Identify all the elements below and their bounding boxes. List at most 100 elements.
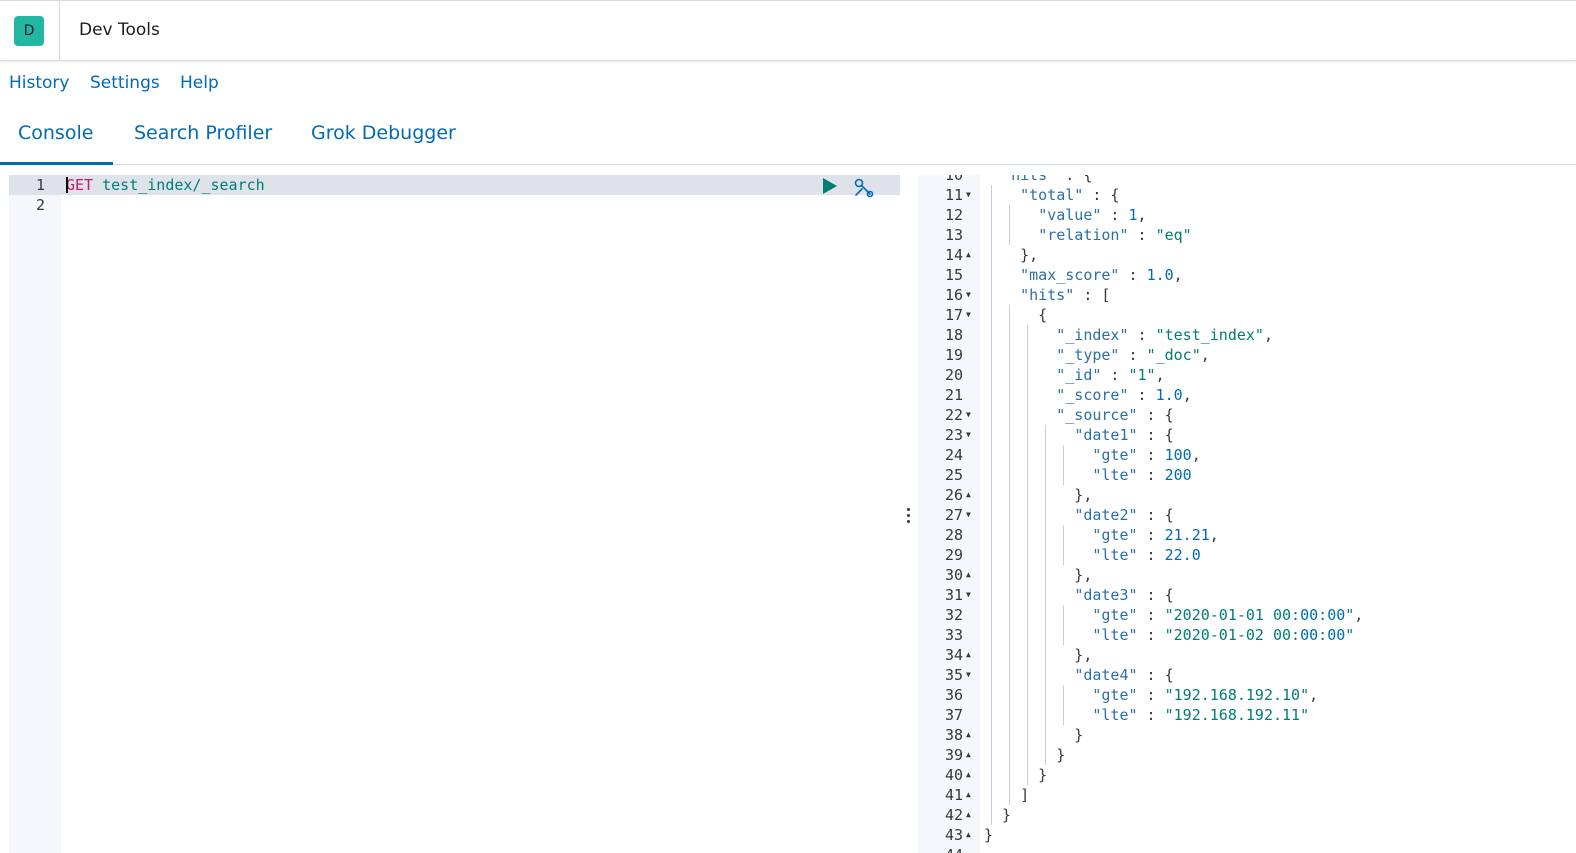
output-code: } (984, 806, 1012, 824)
output-code: }, (984, 566, 1093, 584)
output-line: 22 ▼ "_source" : { (918, 405, 1576, 425)
line-number: 20 (944, 366, 963, 384)
fold-up-icon[interactable]: ▲ (966, 765, 974, 785)
output-code: "lte" : "2020-01-02 00:00:00" (1092, 626, 1355, 644)
output-line: 30 ▲ }, (918, 565, 1576, 585)
output-code: } (984, 766, 1048, 784)
text-cursor (66, 177, 68, 193)
line-number: 29 (944, 546, 963, 564)
request-method: GET (66, 176, 94, 194)
output-code: ] (984, 786, 1030, 804)
output-line: 12 "value" : 1, (918, 205, 1576, 225)
output-code: "_id" : "1", (1056, 366, 1165, 384)
fold-down-icon[interactable]: ▼ (966, 665, 974, 685)
panel-resizer[interactable] (900, 175, 918, 853)
output-line: 20 "_id" : "1", (918, 365, 1576, 385)
line-number: 37 (944, 706, 963, 724)
output-line: 44 (918, 845, 1576, 853)
line-number: 43 (944, 826, 963, 844)
header-divider (59, 1, 60, 61)
output-line: 36 "gte" : "192.168.192.10", (918, 685, 1576, 705)
output-line: 42 ▲ } (918, 805, 1576, 825)
line-number: 21 (944, 386, 963, 404)
editor-gutter (9, 175, 61, 853)
fold-down-icon[interactable]: ▼ (966, 425, 974, 445)
output-code: "total" : { (1020, 186, 1120, 204)
output-code: "value" : 1, (1038, 206, 1147, 224)
output-line: 19 "_type" : "_doc", (918, 345, 1576, 365)
line-number: 40 (944, 766, 963, 784)
fold-up-icon[interactable]: ▲ (966, 725, 974, 745)
output-code: "lte" : 200 (1092, 466, 1192, 484)
output-line: 39 ▲ } (918, 745, 1576, 765)
fold-down-icon[interactable]: ▼ (966, 405, 974, 425)
output-line: 29 "lte" : 22.0 (918, 545, 1576, 565)
output-code: "gte" : 21.21, (1092, 526, 1219, 544)
editor-line[interactable]: 1 GET test_index/_search (9, 175, 900, 195)
fold-down-icon[interactable]: ▼ (966, 585, 974, 605)
output-code: "gte" : "192.168.192.10", (1092, 686, 1319, 704)
output-line: 33 "lte" : "2020-01-02 00:00:00" (918, 625, 1576, 645)
output-line: 37 "lte" : "192.168.192.11" (918, 705, 1576, 725)
line-number: 17 (944, 306, 963, 324)
line-number: 23 (944, 426, 963, 444)
fold-down-icon[interactable]: ▼ (966, 505, 974, 525)
output-line: 32 "gte" : "2020-01-01 00:00:00", (918, 605, 1576, 625)
line-number: 41 (944, 786, 963, 804)
tab-search-profiler[interactable]: Search Profiler (134, 122, 272, 144)
help-link[interactable]: Help (180, 73, 219, 93)
line-number: 39 (944, 746, 963, 764)
fold-up-icon[interactable]: ▲ (966, 785, 974, 805)
fold-down-icon[interactable]: ▼ (966, 305, 974, 325)
line-number: 11 (944, 186, 963, 204)
fold-up-icon[interactable]: ▲ (966, 745, 974, 765)
fold-up-icon[interactable]: ▲ (966, 805, 974, 825)
output-code: "date2" : { (1074, 506, 1174, 524)
fold-up-icon[interactable]: ▲ (966, 485, 974, 505)
fold-down-icon[interactable]: ▼ (966, 285, 974, 305)
history-link[interactable]: History (9, 73, 69, 93)
output-line: 40 ▲ } (918, 765, 1576, 785)
line-number: 2 (35, 196, 45, 214)
output-code: "gte" : 100, (1092, 446, 1201, 464)
line-number: 24 (944, 446, 963, 464)
tab-grok-debugger[interactable]: Grok Debugger (311, 122, 456, 144)
editor-code: GET test_index/_search (66, 175, 265, 195)
output-code: } (984, 826, 994, 844)
fold-up-icon[interactable]: ▲ (966, 825, 974, 845)
fold-up-icon[interactable]: ▲ (966, 565, 974, 585)
output-line: 13 "relation" : "eq" (918, 225, 1576, 245)
line-number: 18 (944, 326, 963, 344)
line-number: 28 (944, 526, 963, 544)
tab-console[interactable]: Console (18, 122, 93, 144)
line-number: 10 (944, 175, 963, 184)
request-editor[interactable]: 1 GET test_index/_search 2 (9, 175, 900, 853)
app-badge[interactable]: D (14, 16, 44, 46)
line-number: 25 (944, 466, 963, 484)
line-number: 36 (944, 686, 963, 704)
line-number: 13 (944, 226, 963, 244)
output-code: "_score" : 1.0, (1056, 386, 1192, 404)
drag-handle-icon[interactable] (907, 508, 911, 524)
line-number: 27 (944, 506, 963, 524)
fold-up-icon[interactable]: ▲ (966, 245, 974, 265)
play-icon[interactable] (823, 178, 837, 194)
fold-down-icon[interactable]: ▼ (966, 185, 974, 205)
output-code: }, (984, 246, 1039, 264)
editor-line[interactable]: 2 (9, 195, 900, 215)
wrench-icon[interactable] (853, 178, 875, 198)
settings-link[interactable]: Settings (90, 73, 160, 93)
output-line: 10 "hits" : { (918, 175, 1576, 185)
fold-up-icon[interactable]: ▲ (966, 645, 974, 665)
line-number: 26 (944, 486, 963, 504)
output-code: } (984, 726, 1084, 744)
output-code: "date3" : { (1074, 586, 1174, 604)
output-code: "relation" : "eq" (1038, 226, 1192, 244)
output-line: 11 ▼ "total" : { (918, 185, 1576, 205)
line-number: 42 (944, 806, 963, 824)
output-code: "_type" : "_doc", (1056, 346, 1210, 364)
output-line: 17 ▼ { (918, 305, 1576, 325)
line-number: 15 (944, 266, 963, 284)
response-output[interactable]: 10 "hits" : {11 ▼ "total" : {12 "value" :… (918, 175, 1576, 853)
line-number: 33 (944, 626, 963, 644)
